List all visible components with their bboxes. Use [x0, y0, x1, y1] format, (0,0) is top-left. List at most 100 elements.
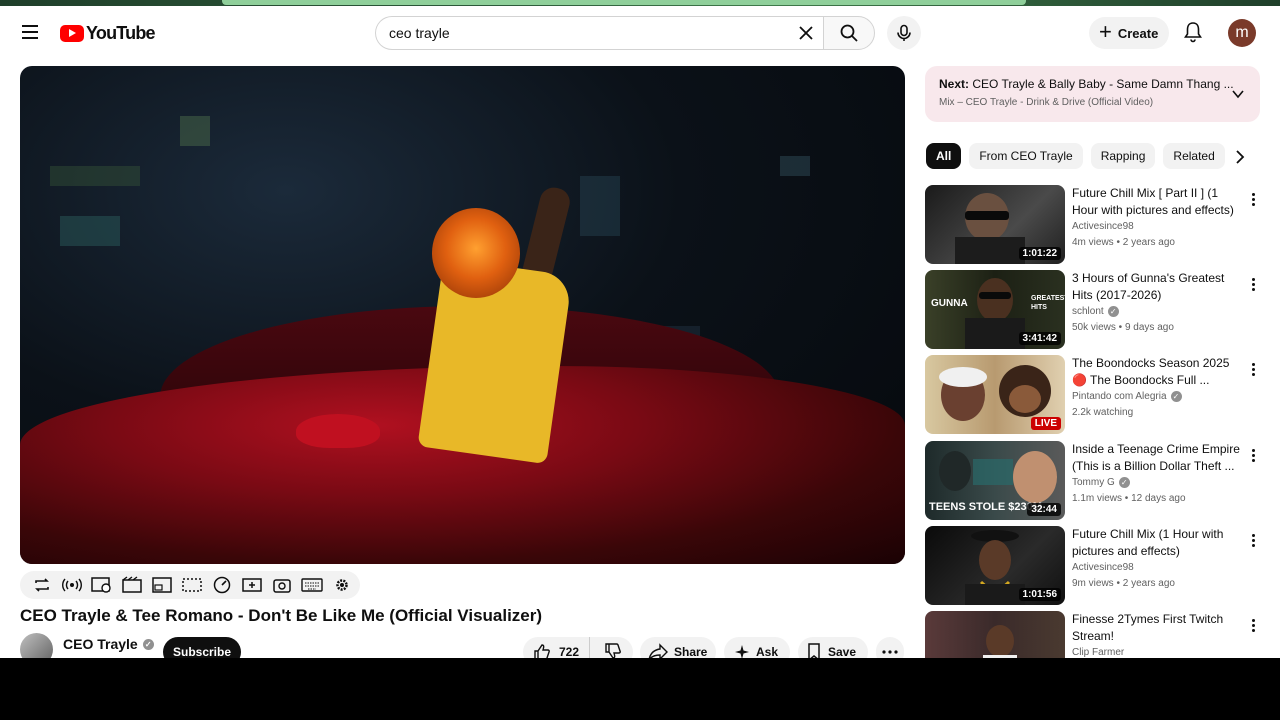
search-box — [375, 16, 824, 50]
up-next-prefix: Next: — [939, 77, 970, 91]
video-channel[interactable]: Tommy G ✓ — [1072, 477, 1130, 488]
loop-icon[interactable] — [30, 575, 54, 595]
screenshot-camera-icon[interactable] — [270, 575, 294, 595]
share-label: Share — [674, 645, 708, 658]
save-button[interactable]: Save — [798, 637, 868, 658]
channel-avatar[interactable] — [20, 633, 53, 658]
video-meta: 1.1m views • 12 days ago — [1072, 493, 1186, 504]
top-decor-bar — [222, 0, 1026, 5]
recommendation-item[interactable]: 1:01:56 Future Chill Mix (1 Hour with pi… — [925, 526, 1260, 606]
video-channel[interactable]: Activesince98 — [1072, 562, 1134, 573]
thumbnail-text-right: GREATEST HITS — [1031, 295, 1065, 311]
video-duration: 32:44 — [1027, 503, 1061, 516]
chip-from-channel[interactable]: From CEO Trayle — [969, 143, 1083, 169]
share-button[interactable]: Share — [640, 637, 716, 658]
notifications-bell-icon[interactable] — [1181, 20, 1205, 44]
subscribe-button[interactable]: Subscribe — [163, 637, 241, 658]
video-thumbnail[interactable]: TEENS STOLE $230M 32:44 — [925, 441, 1065, 520]
miniplayer-icon[interactable] — [150, 575, 174, 595]
recommendation-item[interactable]: TEENS STOLE $230M 32:44 Inside a Teenage… — [925, 441, 1260, 521]
video-thumbnail[interactable]: GUNNA GREATEST HITS 3:41:42 — [925, 270, 1065, 349]
search-button[interactable] — [823, 16, 875, 50]
chip-all[interactable]: All — [926, 143, 962, 169]
up-next-card[interactable]: Next: CEO Trayle & Bally Baby - Same Dam… — [925, 66, 1260, 122]
video-thumbnail[interactable]: 1:01:56 — [925, 526, 1065, 605]
speed-icon[interactable] — [210, 575, 234, 595]
recommendation-item[interactable]: GUNNA GREATEST HITS 3:41:42 3 Hours of G… — [925, 270, 1260, 350]
video-meta: 4m views • 2 years ago — [1072, 237, 1175, 248]
chip-rapping[interactable]: Rapping — [1090, 143, 1156, 169]
account-avatar[interactable]: m — [1228, 19, 1256, 47]
video-meta: 9m views • 2 years ago — [1072, 578, 1175, 589]
video-channel[interactable]: Pintando com Alegria ✓ — [1072, 391, 1182, 402]
channel-name: Activesince98 — [1072, 221, 1134, 232]
plus-icon: + — [1099, 19, 1112, 44]
youtube-play-icon — [60, 25, 84, 42]
video-title[interactable]: Inside a Teenage Crime Empire (This is a… — [1072, 441, 1242, 475]
video-channel[interactable]: Clip Farmer — [1072, 647, 1124, 658]
channel-name-text: CEO Trayle — [63, 636, 138, 652]
video-meta: 50k views • 9 days ago — [1072, 322, 1174, 333]
channel-name[interactable]: CEO Trayle ✓ — [63, 636, 154, 652]
recommendation-item[interactable]: 1:01:22 Future Chill Mix [ Part II ] (1 … — [925, 185, 1260, 265]
video-title[interactable]: Future Chill Mix (1 Hour with pictures a… — [1072, 526, 1242, 560]
more-vertical-icon[interactable] — [1245, 530, 1261, 550]
keyboard-icon[interactable] — [300, 575, 324, 595]
add-frame-icon[interactable] — [240, 575, 264, 595]
channel-name: Tommy G — [1072, 477, 1115, 488]
more-vertical-icon[interactable] — [1245, 359, 1261, 379]
video-title[interactable]: Future Chill Mix [ Part II ] (1 Hour wit… — [1072, 185, 1242, 219]
sparkle-icon — [735, 645, 749, 658]
logo-text: YouTube — [86, 23, 156, 43]
dislike-button[interactable] — [596, 642, 622, 658]
video-meta: 2.2k watching — [1072, 407, 1134, 418]
recommendation-item[interactable]: LIVE The Boondocks Season 2025 🔴 The Boo… — [925, 355, 1260, 435]
video-channel[interactable]: schlont ✓ — [1072, 306, 1119, 317]
more-vertical-icon[interactable] — [1245, 615, 1261, 635]
broadcast-icon[interactable] — [60, 575, 84, 595]
video-channel[interactable]: Activesince98 — [1072, 221, 1134, 232]
search-input[interactable] — [389, 25, 769, 41]
video-thumbnail[interactable] — [925, 611, 1065, 658]
ask-button[interactable]: Ask — [724, 637, 790, 658]
video-title[interactable]: 3 Hours of Gunna's Greatest Hits (2017-2… — [1072, 270, 1242, 304]
channel-name: Clip Farmer — [1072, 647, 1125, 658]
channel-name: Pintando com Alegria — [1072, 391, 1167, 402]
video-thumbnail[interactable]: 1:01:22 — [925, 185, 1065, 264]
share-icon — [648, 643, 668, 658]
more-vertical-icon[interactable] — [1245, 274, 1261, 294]
create-button[interactable]: + Create — [1089, 17, 1169, 49]
more-actions-button[interactable] — [876, 637, 904, 658]
watch-icon[interactable] — [90, 575, 114, 595]
video-thumbnail[interactable]: LIVE — [925, 355, 1065, 434]
car-mirror — [296, 414, 380, 448]
like-button[interactable]: 722 — [523, 637, 591, 658]
thumbs-down-icon — [605, 642, 621, 658]
expand-icon[interactable] — [180, 575, 204, 595]
pumpkin-head — [432, 208, 520, 298]
guide-menu-button[interactable] — [16, 18, 44, 46]
create-label: Create — [1117, 25, 1159, 41]
settings-gear-icon[interactable] — [330, 575, 354, 595]
recommendation-item[interactable]: Finesse 2Tymes First Twitch Stream! Clip… — [925, 611, 1260, 658]
video-title[interactable]: Finesse 2Tymes First Twitch Stream! — [1072, 611, 1242, 645]
thumbnail-text-left: GUNNA — [931, 298, 968, 309]
video-player[interactable] — [20, 66, 905, 564]
verified-icon: ✓ — [142, 638, 154, 650]
chevron-down-icon[interactable] — [1230, 86, 1246, 102]
clear-search-icon[interactable] — [796, 23, 816, 43]
filter-chips: All From CEO Trayle Rapping Related — [926, 143, 1225, 171]
cinema-mode-icon[interactable] — [120, 575, 144, 595]
chips-scroll-right-button[interactable] — [1228, 145, 1252, 169]
chip-related[interactable]: Related — [1163, 143, 1225, 169]
thumbs-up-icon — [534, 644, 550, 658]
verified-icon: ✓ — [1107, 306, 1119, 317]
save-label: Save — [828, 645, 857, 658]
youtube-logo[interactable]: YouTube — [60, 23, 156, 44]
more-vertical-icon[interactable] — [1245, 189, 1261, 209]
video-title[interactable]: The Boondocks Season 2025 🔴 The Boondock… — [1072, 355, 1242, 389]
video-duration: 3:41:42 — [1018, 332, 1061, 345]
voice-search-button[interactable] — [887, 16, 921, 50]
more-vertical-icon[interactable] — [1245, 445, 1261, 465]
video-title: CEO Trayle & Tee Romano - Don't Be Like … — [20, 606, 543, 625]
